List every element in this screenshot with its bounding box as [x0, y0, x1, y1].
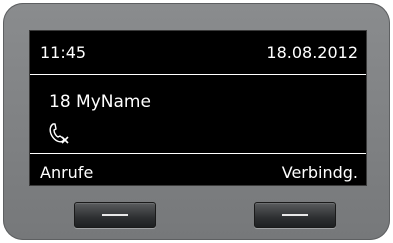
right-softkey-button[interactable] [254, 202, 336, 228]
button-bar-icon [282, 214, 308, 216]
clock-time: 11:45 [40, 43, 87, 62]
missed-call-icon [49, 123, 69, 144]
caller-name: 18 MyName [49, 92, 151, 112]
softkey-divider [30, 153, 366, 154]
softkey-label-connections: Verbindg. [281, 163, 358, 182]
softkey-label-calls: Anrufe [40, 163, 94, 182]
header-divider [30, 74, 366, 75]
left-softkey-button[interactable] [74, 202, 156, 228]
display-screen: 11:45 18.08.2012 18 MyName Anrufe Verbin… [29, 30, 367, 186]
button-bar-icon [102, 214, 128, 216]
date-display: 18.08.2012 [266, 43, 358, 62]
status-bar: 11:45 18.08.2012 [30, 31, 366, 73]
